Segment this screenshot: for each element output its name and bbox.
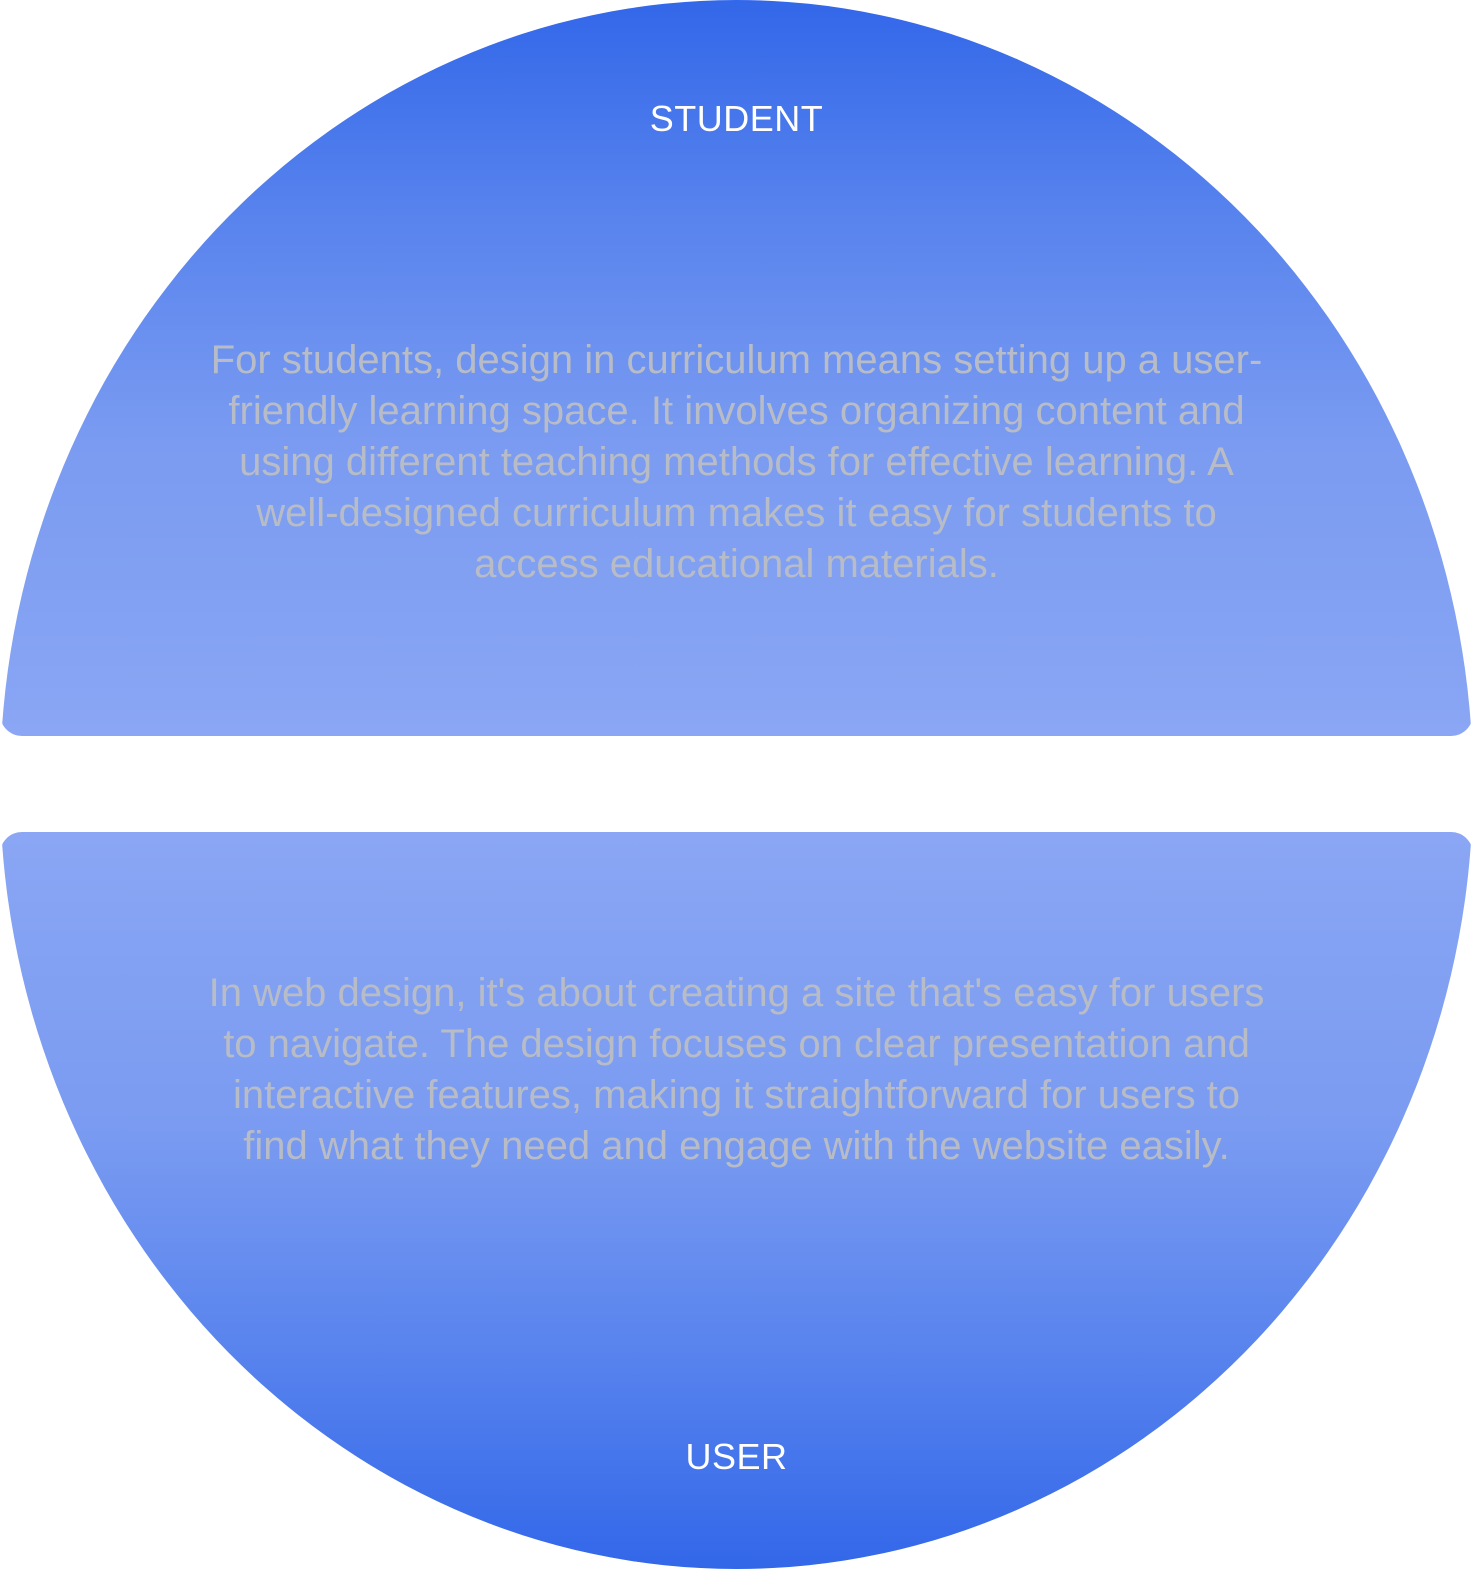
user-description: In web design, it's about creating a sit… [208, 971, 1265, 1168]
split-circle-diagram: STUDENT For students, design in curricul… [0, 0, 1473, 1569]
student-description: For students, design in curriculum means… [210, 338, 1263, 586]
user-label: USER [685, 1436, 788, 1477]
student-half-circle: STUDENT For students, design in curricul… [0, 0, 1473, 736]
student-label: STUDENT [649, 98, 824, 139]
user-half-circle: In web design, it's about creating a sit… [0, 832, 1473, 1569]
